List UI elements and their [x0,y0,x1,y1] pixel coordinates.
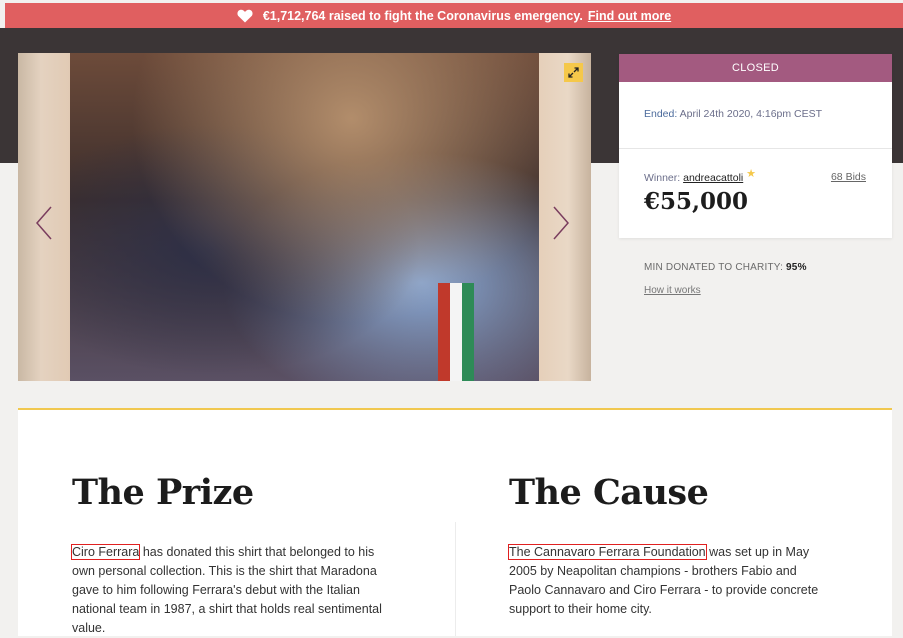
winner-info: Winner: andreacattoli ★ [644,168,757,184]
star-icon: ★ [746,168,757,180]
charity-info: MIN DONATED TO CHARITY: 95% [644,262,807,273]
ciro-ferrara-link[interactable]: Ciro Ferrara [70,544,141,560]
how-it-works-link[interactable]: How it works [644,285,701,296]
winning-amount: €55,000 [644,188,749,215]
charity-label: MIN DONATED TO CHARITY: [644,262,784,273]
photo-detail [462,283,474,381]
prize-description: Ciro Ferrara has donated this shirt that… [70,543,392,638]
winner-label: Winner: [644,172,681,184]
ended-info: Ended: April 24th 2020, 4:16pm CEST [644,108,822,120]
auction-card: CLOSED Ended: April 24th 2020, 4:16pm CE… [619,54,892,238]
ended-value: April 24th 2020, 4:16pm CEST [679,108,823,120]
image-gallery [18,53,591,381]
status-badge: CLOSED [619,54,892,82]
details-section: The Prize Ciro Ferrara has donated this … [18,408,892,636]
photo-detail [450,283,462,381]
banner-text: €1,712,764 raised to fight the Coronavir… [262,8,583,23]
cause-description: The Cannavaro Ferrara Foundation was set… [508,543,829,619]
foundation-link[interactable]: The Cannavaro Ferrara Foundation [508,544,707,560]
heart-icon [237,9,253,22]
find-out-more-link[interactable]: Find out more [588,9,671,23]
photo-detail [438,283,450,381]
card-divider [619,148,892,149]
cause-title: The Cause [509,472,709,513]
prize-title: The Prize [72,472,254,513]
chevron-right-icon[interactable] [550,203,572,243]
chevron-left-icon[interactable] [33,203,55,243]
donation-banner: €1,712,764 raised to fight the Coronavir… [5,3,903,28]
winner-user-link[interactable]: andreacattoli [683,172,743,184]
charity-value: 95% [786,262,807,273]
column-divider [455,522,456,636]
expand-icon [568,67,579,78]
bids-link[interactable]: 68 Bids [831,171,866,183]
fullscreen-button[interactable] [564,63,583,82]
ended-label: Ended: [644,108,678,120]
